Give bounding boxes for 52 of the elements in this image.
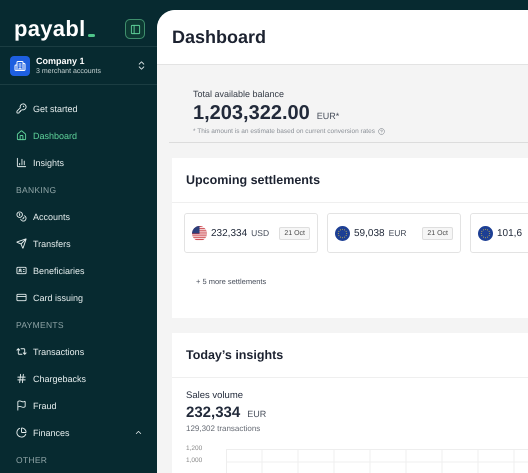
balance-amount: 1,203,322.00 [193, 102, 310, 125]
send-icon [16, 238, 27, 249]
help-icon[interactable] [378, 128, 385, 135]
hash-icon [16, 373, 27, 384]
currency-label: EUR [247, 409, 266, 419]
settlement-amount: 101,6 [497, 228, 522, 238]
nav-item[interactable]: Chargebacks [16, 365, 157, 392]
balance-label: Total available balance [193, 89, 286, 99]
house-icon [16, 130, 27, 141]
card-title: Today’s insights [186, 348, 284, 362]
page-title: Dashboard [172, 26, 266, 48]
logo: payabl [14, 16, 94, 42]
nav-item[interactable]: Fraud [16, 392, 157, 419]
nav-item[interactable]: Dashboard [16, 122, 157, 149]
section-label: BANKING [16, 184, 58, 196]
eu-flag-icon [335, 226, 350, 240]
swap-icon [16, 346, 27, 357]
key-icon [16, 103, 27, 114]
id-card-icon [16, 265, 27, 276]
card-icon [16, 292, 27, 303]
card-title: Upcoming settlements [186, 173, 320, 187]
nav-item[interactable]: Finances [16, 419, 157, 446]
section-label: OTHER [16, 454, 48, 466]
pie-chart-icon [16, 427, 27, 438]
metric-subtitle: 129,302 transactions [186, 424, 262, 433]
nav-item[interactable]: Card issuing [16, 284, 157, 311]
settlement-currency: EUR [388, 228, 408, 238]
nav-item[interactable]: Accounts [16, 203, 157, 230]
settlement-card[interactable]: 101,6 [470, 213, 528, 253]
currency-label: EUR* [316, 111, 340, 121]
nav-item[interactable]: Insights [16, 149, 157, 176]
chevrons-icon[interactable] [136, 60, 147, 72]
flag-icon [16, 400, 27, 411]
metric-label: Sales volume [186, 390, 244, 401]
nav-item[interactable]: Transactions [16, 338, 157, 365]
chevron-up-icon[interactable] [134, 428, 143, 437]
nav-item[interactable]: Transfers [16, 230, 157, 257]
company-name: Company 1 [36, 56, 86, 66]
building-icon [10, 56, 30, 76]
settlement-amount: 232,334 [211, 228, 248, 238]
eu-flag-icon [478, 226, 493, 240]
settlement-currency: USD [251, 228, 270, 238]
section-label: PAYMENTS [16, 318, 65, 332]
settlement-amount: 59,038 [354, 228, 385, 238]
metric-value: 232,334 [186, 404, 240, 421]
nav-item[interactable]: Beneficiaries [16, 257, 157, 284]
coins-icon [16, 211, 27, 222]
us-flag-icon [192, 226, 207, 240]
sidebar-toggle-button[interactable] [125, 19, 145, 40]
panel-icon [130, 24, 140, 35]
nav-item[interactable]: Get started [16, 95, 157, 122]
bar-chart-icon [16, 157, 27, 168]
